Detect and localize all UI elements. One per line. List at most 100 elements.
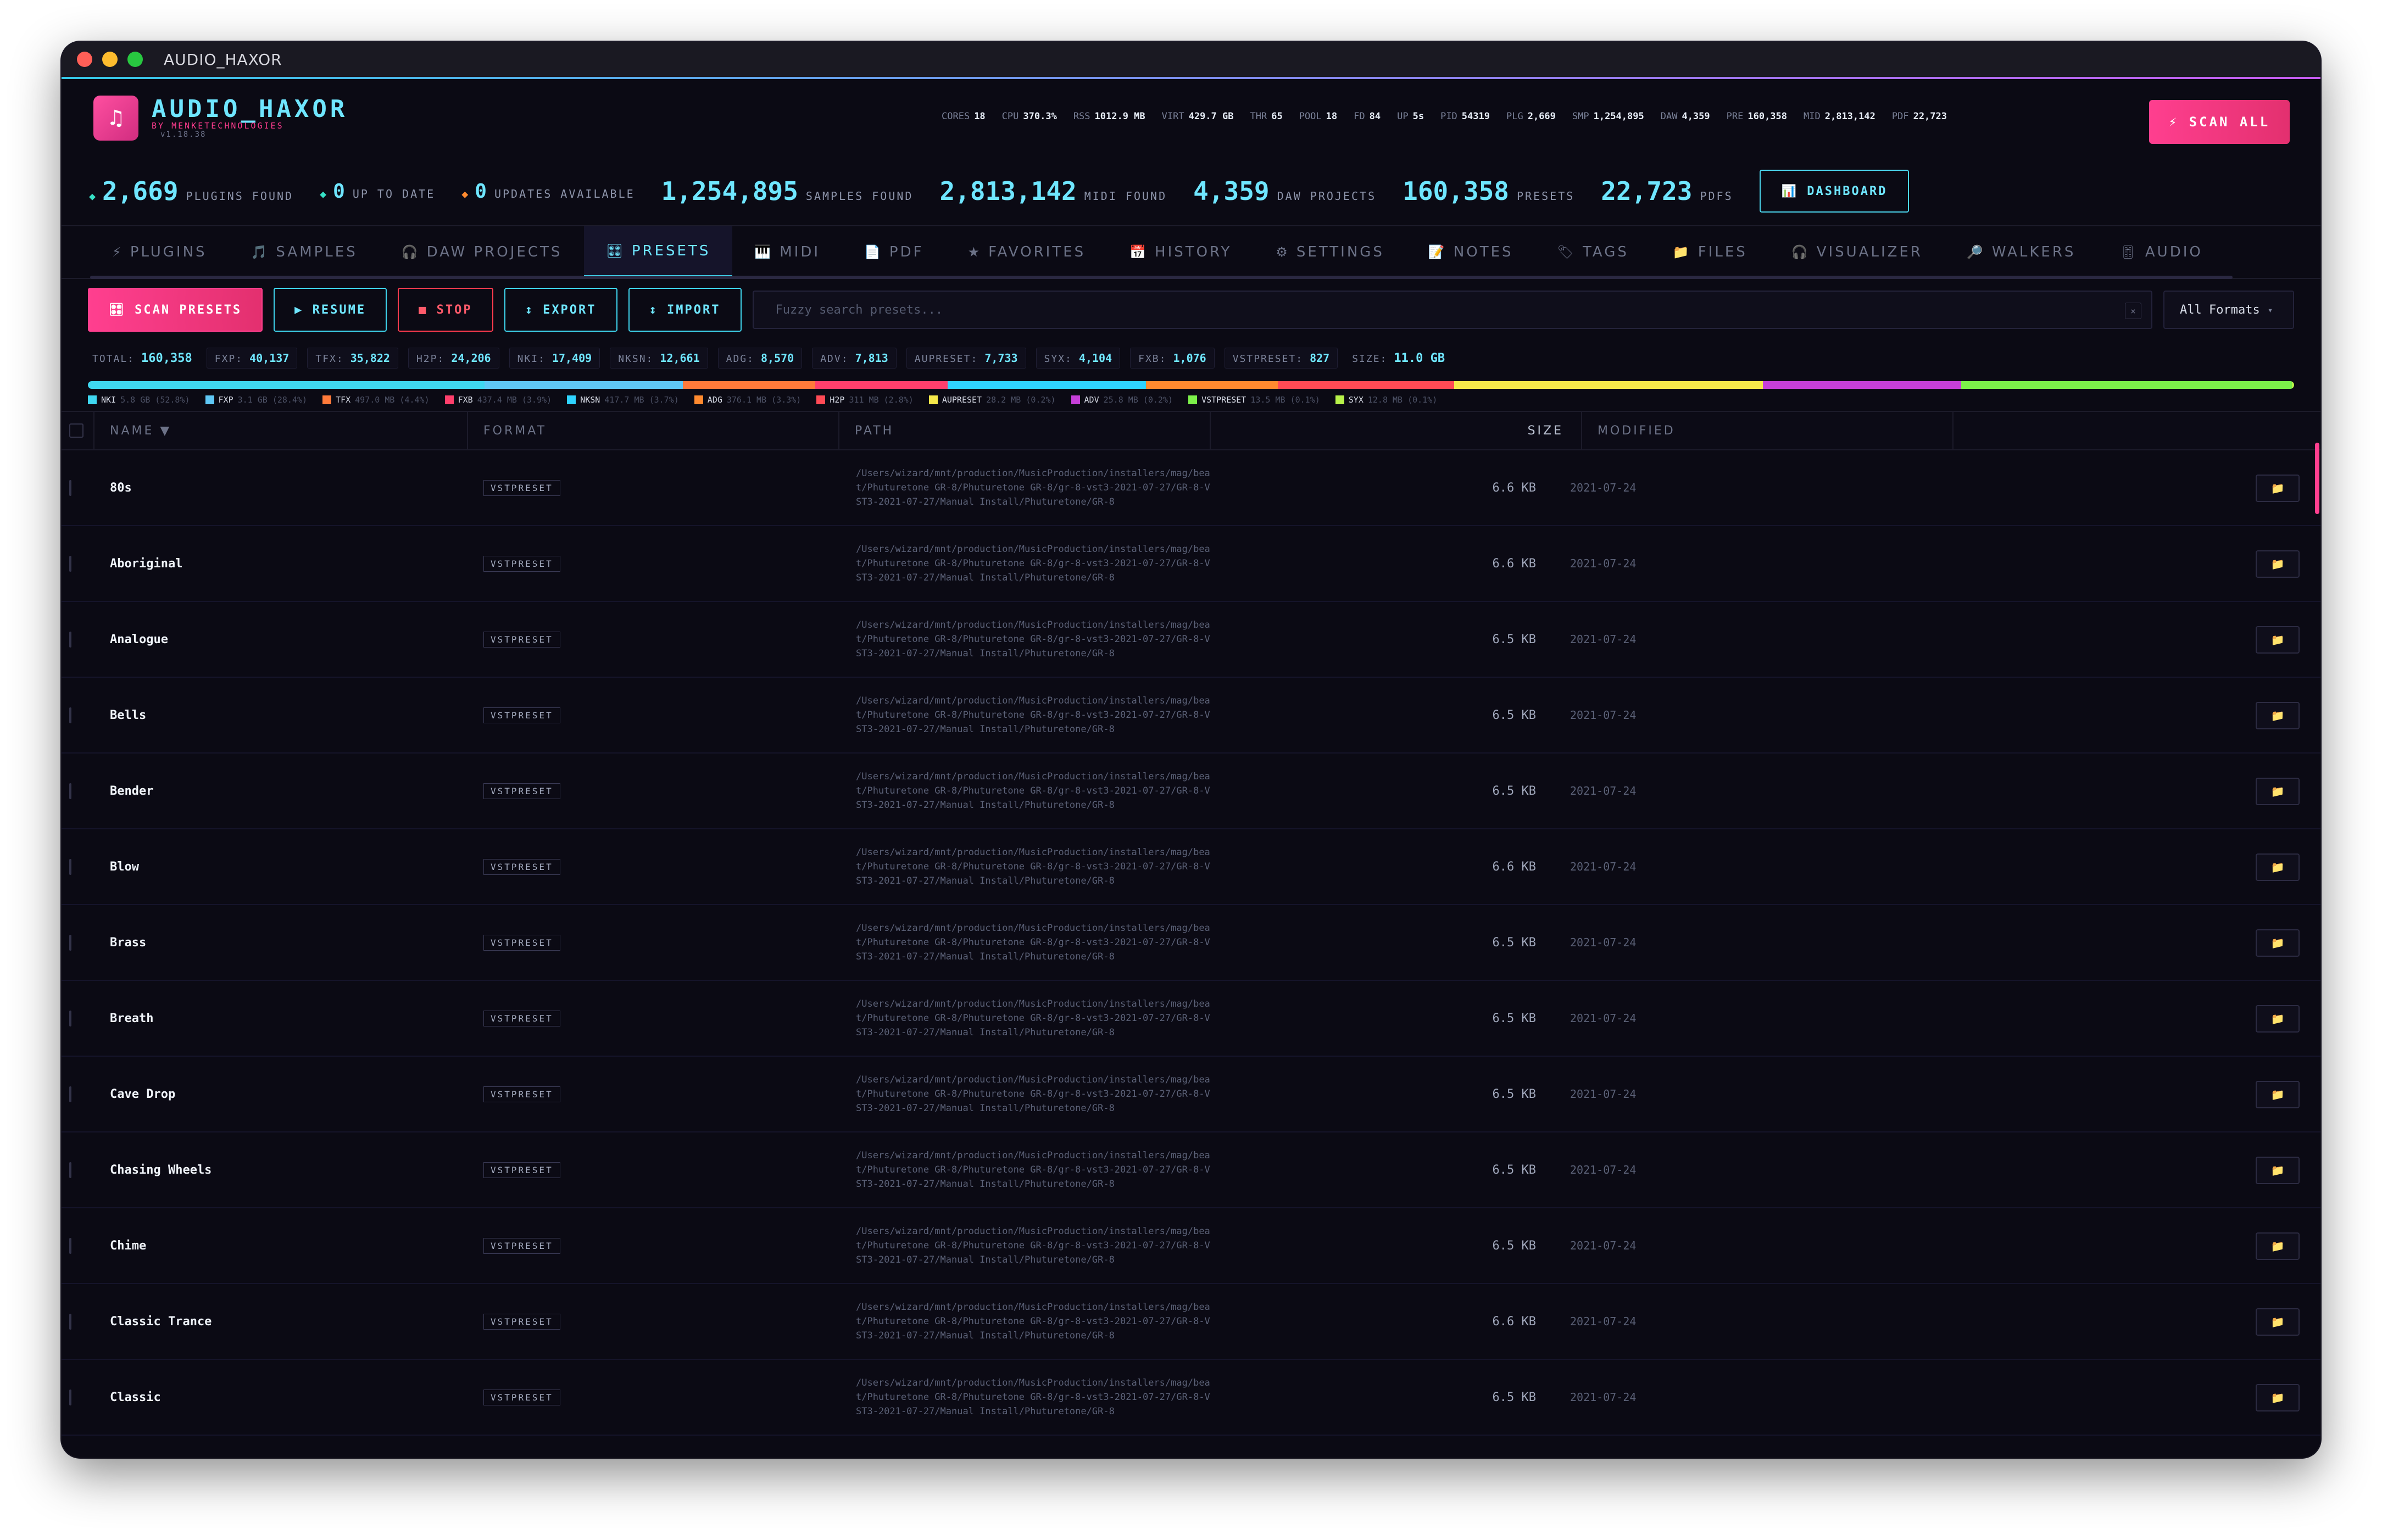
table-row[interactable]: Brass VSTPRESET/Users/wizard/mnt/producti… [62,905,2320,981]
row-checkbox[interactable] [69,858,71,875]
reveal-folder-icon[interactable]: 📁 [2256,1157,2300,1184]
count-h2p: H2P: 24,206 [408,348,499,369]
reveal-folder-icon[interactable]: 📁 [2256,1308,2300,1336]
preset-format-cell: VSTPRESET [468,1237,839,1254]
row-checkbox[interactable] [69,1237,71,1254]
table-row[interactable]: Cave Drop VSTPRESET/Users/wizard/mnt/prod… [62,1057,2320,1132]
tab-label: MIDI [780,244,821,260]
count-total: TOTAL: 160,358 [88,351,197,365]
bar-segment-tfx [683,381,815,389]
tab-history[interactable]: 📅 HISTORY [1107,226,1254,278]
stat-label: UPDATES AVAILABLE [494,187,635,200]
zoom-window-button[interactable] [127,52,143,67]
tab-label: SAMPLES [276,244,358,260]
reveal-folder-icon[interactable]: 📁 [2256,1384,2300,1411]
table-row[interactable]: Classic Trance VSTPRESET/Users/wizard/mnt… [62,1284,2320,1360]
table-row[interactable]: Classic VSTPRESET/Users/wizard/mnt/produc… [62,1360,2320,1436]
stat-number: 0 [333,180,345,203]
clear-search-icon[interactable]: × [2125,303,2141,319]
table-row[interactable]: Chasing Wheels VSTPRESET/Users/wizard/mnt… [62,1132,2320,1208]
tab-presets[interactable]: 🎛 PRESETS [584,226,733,278]
table-row[interactable]: 80s VSTPRESET/Users/wizard/mnt/production… [62,450,2320,526]
legend-nki: NKI 5.8 GB (52.8%) [88,395,190,405]
export-button[interactable]: ↕ EXPORT [504,288,617,332]
table-row[interactable]: Bender VSTPRESET/Users/wizard/mnt/product… [62,754,2320,829]
legend-swatch [1188,395,1198,404]
select-all-checkbox[interactable] [69,423,84,438]
legend-detail: 311 MB (2.8%) [849,395,914,405]
table-row[interactable]: Chime VSTPRESET/Users/wizard/mnt/producti… [62,1208,2320,1284]
resume-button[interactable]: ▶ RESUME [274,288,387,332]
row-checkbox[interactable] [69,1389,71,1405]
table-row[interactable]: Blow VSTPRESET/Users/wizard/mnt/productio… [62,829,2320,905]
tab-favorites[interactable]: ★ FAVORITES [946,226,1108,278]
column-modified[interactable]: MODIFIED [1582,412,1954,449]
tab-daw-projects[interactable]: 🎧 DAW PROJECTS [380,226,585,278]
table-row[interactable]: Breath VSTPRESET/Users/wizard/mnt/product… [62,981,2320,1057]
reveal-folder-icon[interactable]: 📁 [2256,550,2300,578]
tab-scrollbar[interactable] [90,276,2233,279]
count-key: TOTAL: [92,353,135,365]
reveal-folder-icon[interactable]: 📁 [2256,1005,2300,1033]
column-name[interactable]: NAME ▼ [94,412,468,449]
import-button[interactable]: ↕ IMPORT [628,288,742,332]
reveal-folder-icon[interactable]: 📁 [2256,1232,2300,1260]
table-row[interactable]: Aboriginal VSTPRESET/Users/wizard/mnt/pro… [62,526,2320,602]
column-format[interactable]: FORMAT [468,412,839,449]
preset-name: Breath [110,1011,154,1025]
dashboard-button[interactable]: 📊 DASHBOARD [1759,170,1910,213]
format-select[interactable]: All Formats ▾ [2163,291,2294,329]
tab-audio[interactable]: 🎚 AUDIO [2097,226,2224,278]
stat-number: 2,669 [102,176,179,206]
tab-samples[interactable]: 🎵 SAMPLES [229,226,380,278]
row-checkbox[interactable] [69,631,71,648]
row-select-cell [62,1313,94,1330]
format-badge: VSTPRESET [483,631,560,648]
row-checkbox[interactable] [69,707,71,723]
column-path[interactable]: PATH [839,412,1211,449]
row-checkbox[interactable] [69,1010,71,1026]
legend-tfx: TFX 497.0 MB (4.4%) [322,395,430,405]
preset-size: 6.5 KB [1492,935,1536,950]
reveal-folder-icon[interactable]: 📁 [2256,853,2300,881]
tab-icon: 🎵 [251,244,270,260]
row-checkbox[interactable] [69,1313,71,1330]
reveal-folder-icon[interactable]: 📁 [2256,1081,2300,1108]
stat-number: 4,359 [1193,176,1270,206]
row-checkbox[interactable] [69,479,71,496]
tab-visualizer[interactable]: 🎧 VISUALIZER [1769,226,1945,278]
tab-pdf[interactable]: 📄 PDF [842,226,946,278]
tab-settings[interactable]: ⚙ SETTINGS [1254,226,1406,278]
row-checkbox[interactable] [69,1162,71,1178]
reveal-folder-icon[interactable]: 📁 [2256,778,2300,805]
scan-presets-button[interactable]: 🎛 SCAN PRESETS [88,288,263,332]
preset-modified: 2021-07-24 [1570,860,1637,873]
tab-midi[interactable]: 🎹 MIDI [732,226,842,278]
scan-all-button[interactable]: ⚡ SCAN ALL [2149,100,2290,144]
column-size[interactable]: SIZE [1211,412,1582,449]
reveal-folder-icon[interactable]: 📁 [2256,475,2300,502]
stop-button[interactable]: ■ STOP [398,288,493,332]
tab-files[interactable]: 📁 FILES [1651,226,1769,278]
search-input[interactable]: Fuzzy search presets... × [752,291,2152,329]
count-key: FXB: [1138,353,1167,365]
tab-walkers[interactable]: 🔎 WALKERS [1945,226,2098,278]
row-checkbox[interactable] [69,555,71,572]
row-checkbox[interactable] [69,1086,71,1102]
tab-notes[interactable]: 📝 NOTES [1406,226,1535,278]
reveal-folder-icon[interactable]: 📁 [2256,702,2300,729]
legend-h2p: H2P 311 MB (2.8%) [816,395,914,405]
reveal-folder-icon[interactable]: 📁 [2256,929,2300,957]
tab-tags[interactable]: 🏷 TAGS [1535,226,1651,278]
close-window-button[interactable] [77,52,92,67]
table-row[interactable]: Bells VSTPRESET/Users/wizard/mnt/producti… [62,678,2320,754]
row-checkbox[interactable] [69,783,71,799]
table-scrollbar[interactable] [2315,443,2319,514]
tab-icon: ⚙ [1276,244,1290,260]
row-checkbox[interactable] [69,934,71,951]
tab-plugins[interactable]: ⚡ PLUGINS [90,226,229,278]
table-row[interactable]: Analogue VSTPRESET/Users/wizard/mnt/produ… [62,602,2320,678]
up-to-date-stat: ◆ 0 UP TO DATE [320,180,435,203]
minimize-window-button[interactable] [102,52,118,67]
reveal-folder-icon[interactable]: 📁 [2256,626,2300,654]
